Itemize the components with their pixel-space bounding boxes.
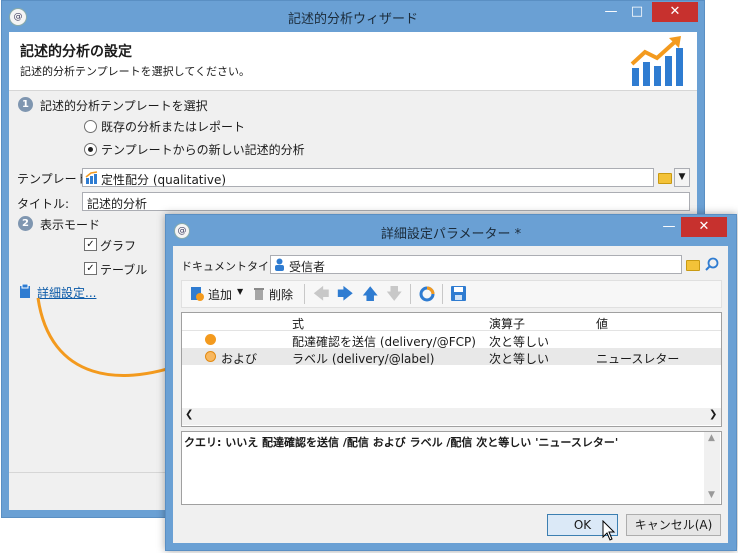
document-type-value: 受信者 (289, 260, 326, 274)
cancel-button[interactable]: キャンセル(A) (626, 514, 721, 536)
dialog-client: ドキュメントタイプ: 受信者 追加 ▼ 削除 🡄 🡆 🡅 🡇 式 演算子 値 配… (173, 246, 728, 543)
delete-button[interactable]: 削除 (269, 286, 293, 303)
arrow-right-icon[interactable]: 🡆 (337, 283, 354, 310)
vertical-scrollbar[interactable]: ▲ ▼ (704, 432, 720, 504)
distribution-icon[interactable] (419, 286, 435, 302)
advanced-settings-dialog: @ 詳細設定パラメーター * — ✕ ドキュメントタイプ: 受信者 追加 ▼ 削… (165, 214, 737, 551)
conditions-grid: 式 演算子 値 配達確認を送信 (delivery/@FCP) 次と等しい およ… (181, 312, 722, 427)
condition-dot-icon (205, 334, 216, 345)
trash-icon[interactable] (253, 286, 265, 301)
scroll-down-icon[interactable]: ▼ (708, 490, 715, 500)
document-type-label: ドキュメントタイプ: (181, 260, 284, 273)
add-dropdown-icon[interactable]: ▼ (237, 287, 243, 296)
scroll-left-icon[interactable]: ❮ (185, 409, 193, 420)
save-icon[interactable] (451, 286, 466, 301)
toolbar-separator (410, 284, 411, 304)
mouse-cursor-icon (602, 520, 616, 541)
arrow-left-icon[interactable]: 🡄 (313, 283, 330, 310)
column-header-operator[interactable]: 演算子 (489, 315, 525, 332)
doc-folder-icon[interactable] (686, 260, 700, 271)
person-icon (275, 258, 284, 271)
search-icon[interactable] (705, 257, 719, 271)
and-condition-icon (205, 351, 216, 362)
document-type-field[interactable]: 受信者 (270, 255, 682, 274)
row-operator: 次と等しい (489, 352, 550, 366)
arrow-down-icon[interactable]: 🡇 (386, 283, 402, 310)
toolbar-separator (442, 284, 443, 304)
add-button[interactable]: 追加 (208, 286, 232, 303)
column-header-expression[interactable]: 式 (292, 315, 304, 332)
table-row[interactable]: 配達確認を送信 (delivery/@FCP) 次と等しい (182, 331, 721, 349)
table-row[interactable]: および ラベル (delivery/@label) 次と等しい ニュースレター (182, 348, 721, 366)
row-expression: ラベル (delivery/@label) (292, 352, 435, 366)
row-prefix: および (221, 352, 258, 366)
dialog-close-button[interactable]: ✕ (681, 217, 727, 237)
dialog-minimize-button[interactable]: — (657, 217, 681, 237)
query-box: クエリ: いいえ 配達確認を送信 /配信 および ラベル /配信 次と等しい '… (181, 431, 722, 505)
scroll-up-icon[interactable]: ▲ (708, 433, 715, 443)
filter-toolbar: 追加 ▼ 削除 🡄 🡆 🡅 🡇 (181, 280, 722, 308)
add-condition-icon[interactable] (190, 286, 204, 301)
query-text: クエリ: いいえ 配達確認を送信 /配信 および ラベル /配信 次と等しい '… (184, 436, 619, 449)
column-header-value[interactable]: 値 (596, 315, 608, 332)
arrow-up-icon[interactable]: 🡅 (362, 283, 378, 310)
grid-header: 式 演算子 値 (182, 313, 721, 331)
row-value: ニュースレター (596, 352, 680, 366)
toolbar-separator (304, 284, 305, 304)
scroll-right-icon[interactable]: ❯ (709, 409, 717, 420)
horizontal-scrollbar[interactable]: ❮ ❯ (182, 408, 721, 425)
dialog-title: 詳細設定パラメーター * (380, 227, 522, 242)
